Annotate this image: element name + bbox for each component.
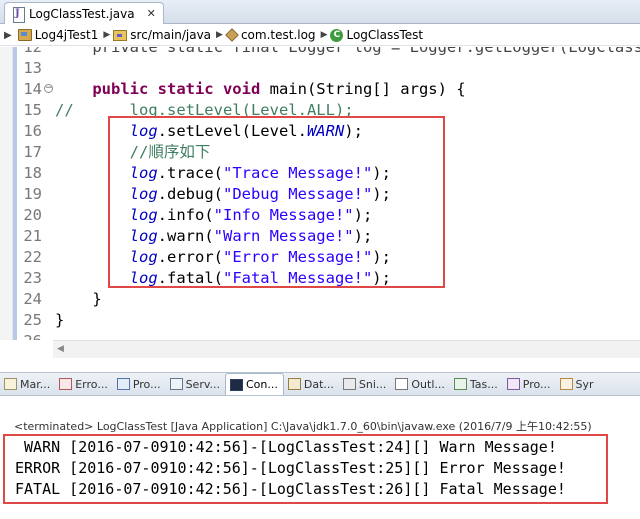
line-number: 18 <box>23 164 42 182</box>
line-number: 15 <box>23 101 42 119</box>
view-tab-label: Pro... <box>522 377 551 391</box>
view-tab[interactable]: Syr <box>556 373 599 395</box>
view-tab[interactable]: Serv... <box>166 373 225 395</box>
code-token: } <box>55 311 65 329</box>
view-tab[interactable]: Tas... <box>450 373 503 395</box>
line-number: 17 <box>23 143 42 161</box>
close-icon[interactable]: ✕ <box>147 7 156 20</box>
source-folder-icon <box>113 29 128 41</box>
breadcrumb-label: com.test.log <box>240 28 316 42</box>
code-text: } <box>55 289 102 310</box>
breadcrumb-separator-icon: ▶ <box>320 30 328 40</box>
line-number: 23 <box>23 269 42 287</box>
line-number: 24 <box>23 290 42 308</box>
view-tab[interactable]: Con... <box>225 373 284 395</box>
breadcrumb-item-source-folder[interactable]: src/main/java <box>113 28 215 42</box>
breadcrumb-arrow-icon[interactable]: ▶ <box>4 30 12 41</box>
tasks-icon <box>453 378 467 390</box>
java-file-icon <box>11 6 25 23</box>
markers-icon <box>4 378 17 390</box>
line-number: 14 <box>23 80 42 98</box>
line-number: 20 <box>23 206 42 224</box>
code-token: } <box>55 290 102 308</box>
class-icon: C <box>330 28 344 42</box>
code-token: public static void <box>92 80 261 98</box>
code-line[interactable]: 14− public static void main(String[] arg… <box>0 79 640 100</box>
servers-icon <box>169 378 183 390</box>
line-number: 13 <box>23 59 42 77</box>
synchronize-icon <box>559 378 573 390</box>
view-tab-label: Tas... <box>469 377 498 391</box>
code-token: main(String[] args) { <box>260 80 466 98</box>
horizontal-scrollbar[interactable]: ◀ <box>53 340 640 358</box>
console-status: <terminated> LogClassTest [Java Applicat… <box>14 420 592 433</box>
code-token: private static final Logger log = Logger… <box>55 47 640 56</box>
breadcrumb-separator-icon: ▶ <box>103 30 111 40</box>
view-tab-label: Serv... <box>185 377 220 391</box>
view-tab-label: Con... <box>246 378 278 391</box>
package-icon <box>225 28 239 42</box>
code-editor[interactable]: 12 private static final Logger log = Log… <box>0 47 640 340</box>
view-tab-label: Dat... <box>303 377 334 391</box>
view-tab[interactable]: Erro... <box>55 373 113 395</box>
errorlog-icon <box>59 378 73 390</box>
code-line[interactable]: 26 <box>0 331 640 340</box>
breadcrumb: ▶ Log4jTest1 ▶ src/main/java ▶ com.test.… <box>0 25 640 46</box>
view-tab-label: Sni... <box>358 377 387 391</box>
line-number: 12 <box>23 47 42 56</box>
view-tab[interactable]: Pro... <box>503 373 556 395</box>
editor-highlight-box <box>108 116 445 288</box>
view-tab-label: Syr <box>575 377 594 391</box>
console-icon <box>230 378 243 391</box>
progress2-icon <box>506 378 520 390</box>
breadcrumb-item-package[interactable]: com.test.log <box>225 28 320 42</box>
editor-tab-bar: LogClassTest.java ✕ <box>0 0 640 24</box>
view-tab[interactable]: Mar... <box>0 373 55 395</box>
console-line: FATAL [2016-07-0910:42:56]-[LogClassTest… <box>15 480 566 498</box>
line-number: 16 <box>23 122 42 140</box>
line-number: 26 <box>16 331 42 340</box>
breadcrumb-label: Log4jTest1 <box>34 28 99 42</box>
view-tab-label: Mar... <box>20 377 51 391</box>
line-number: 25 <box>23 311 42 329</box>
view-tab-label: Erro... <box>75 377 108 391</box>
line-number: 22 <box>23 248 42 266</box>
code-text: } <box>55 310 64 331</box>
editor-tab-logclasstest[interactable]: LogClassTest.java ✕ <box>4 2 164 24</box>
view-tab-label: Outl... <box>411 377 445 391</box>
view-tab-label: Pro... <box>132 377 161 391</box>
view-tab[interactable]: Dat... <box>284 373 339 395</box>
editor-tab-label: LogClassTest.java <box>29 6 135 21</box>
datasource-icon <box>287 378 301 390</box>
snippets-icon <box>342 378 356 390</box>
line-number: 21 <box>23 227 42 245</box>
java-project-icon <box>17 29 32 41</box>
code-line[interactable]: 25} <box>0 310 640 331</box>
line-number: 19 <box>23 185 42 203</box>
console-output: WARN [2016-07-0910:42:56]-[LogClassTest:… <box>3 434 608 504</box>
view-tab[interactable]: Sni... <box>339 373 392 395</box>
code-line[interactable]: 12 private static final Logger log = Log… <box>0 47 640 58</box>
breadcrumb-item-project[interactable]: Log4jTest1 <box>17 28 103 42</box>
progress-icon <box>116 378 130 390</box>
outline-icon <box>395 378 409 390</box>
view-tab[interactable]: Pro... <box>113 373 166 395</box>
code-text: public static void main(String[] args) { <box>55 79 466 100</box>
console-line: ERROR [2016-07-0910:42:56]-[LogClassTest… <box>15 459 566 477</box>
view-tab[interactable]: Outl... <box>391 373 450 395</box>
code-line[interactable]: 24 } <box>0 289 640 310</box>
fold-toggle-icon[interactable]: − <box>44 84 53 93</box>
scroll-left-arrow-icon[interactable]: ◀ <box>57 344 64 354</box>
code-line[interactable]: 13 <box>0 58 640 79</box>
breadcrumb-item-class[interactable]: C LogClassTest <box>330 28 427 42</box>
console-line: WARN [2016-07-0910:42:56]-[LogClassTest:… <box>15 438 557 456</box>
breadcrumb-label: src/main/java <box>130 28 212 42</box>
code-text: private static final Logger log = Logger… <box>55 47 640 58</box>
views-tab-bar: Mar... Erro... Pro... Serv... Con... Dat... Sn… <box>0 372 640 396</box>
breadcrumb-label: LogClassTest <box>346 28 424 42</box>
